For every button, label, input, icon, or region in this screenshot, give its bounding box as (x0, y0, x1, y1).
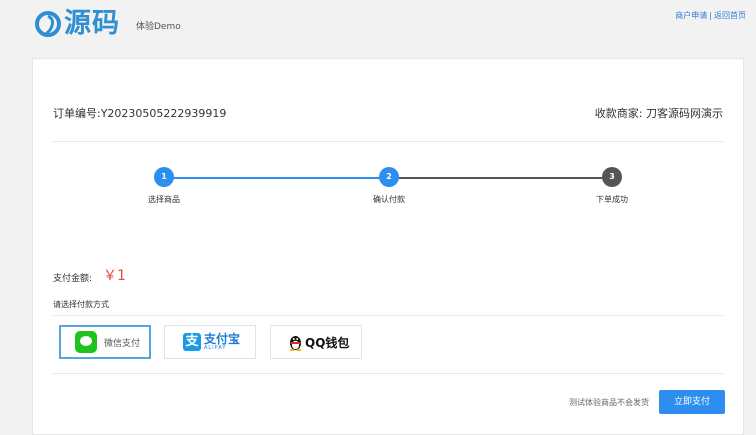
logo-text: 源码 (64, 8, 120, 39)
divider-bottom (53, 373, 723, 374)
merchant-apply-link[interactable]: 商户申请 (675, 11, 707, 20)
payment-method-label: 请选择付款方式 (53, 300, 109, 309)
amount-value: ￥1 (103, 268, 126, 284)
alipay-icon: 支 (183, 333, 201, 351)
order-number: 订单编号:Y20230505222939919 (53, 107, 227, 120)
qq-wallet-label: QQ钱包 (305, 335, 350, 350)
step-1-label: 选择商品 (148, 195, 180, 204)
divider-methods (53, 315, 723, 316)
step-3-circle: 3 (602, 167, 622, 187)
step-2-circle: 2 (379, 167, 399, 187)
shipping-notice: 测试体验商品不会发货 (569, 398, 649, 407)
qq-wallet-option[interactable]: QQ钱包 (270, 325, 362, 359)
link-separator: | (709, 11, 712, 20)
top-links: 商户申请 | 返回首页 (675, 10, 746, 21)
alipay-sublabel: ALIPAY (204, 345, 227, 351)
site-logo[interactable]: 源码 (34, 8, 120, 40)
amount-label: 支付金额: (53, 274, 93, 284)
pay-now-button[interactable]: 立即支付 (659, 390, 725, 414)
progress-line-1 (164, 177, 389, 179)
alipay-label: 支付宝 (204, 332, 241, 346)
alipay-option[interactable]: 支 支付宝 ALIPAY (164, 325, 256, 359)
divider-top (53, 141, 723, 142)
back-home-link[interactable]: 返回首页 (714, 11, 746, 20)
step-1-circle: 1 (154, 167, 174, 187)
progress-line-2 (389, 177, 612, 179)
top-header: 源码 体验Demo 商户申请 | 返回首页 (0, 0, 756, 58)
step-2-label: 确认付款 (373, 195, 405, 204)
payment-card: 订单编号:Y20230505222939919 收款商家: 刀客源码网演示 1 … (32, 58, 744, 435)
wechat-pay-label: 微信支付 (104, 338, 141, 349)
demo-label: 体验Demo (136, 22, 181, 32)
wechat-pay-option[interactable]: 微信支付 (59, 325, 151, 359)
merchant-name: 收款商家: 刀客源码网演示 (594, 107, 723, 120)
step-3-label: 下单成功 (596, 195, 628, 204)
wechat-icon (75, 331, 97, 353)
logo-swirl-icon (35, 11, 61, 38)
qq-penguin-icon (289, 335, 302, 351)
